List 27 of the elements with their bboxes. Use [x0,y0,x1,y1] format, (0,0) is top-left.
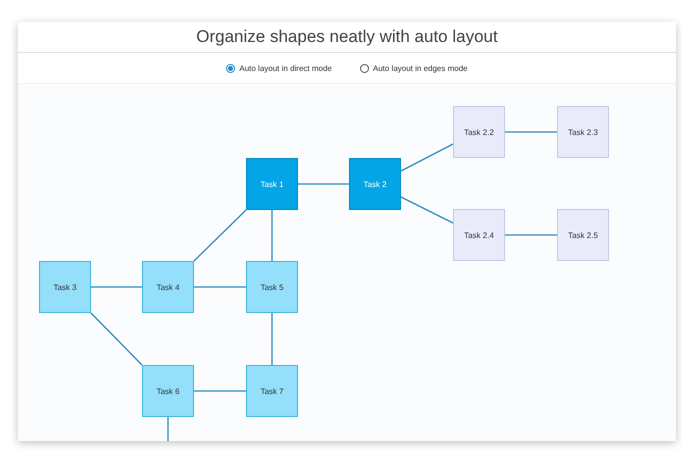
connector-line [91,286,142,288]
task-node: Task 1 [246,158,298,210]
task-node: Task 2.5 [557,209,609,261]
page-title: Organize shapes neatly with auto layout [196,27,498,47]
connector-line [298,183,349,185]
connector-line [505,131,557,133]
connector-line [505,234,557,236]
task-node: Task 2.3 [557,106,609,158]
radio-option[interactable]: Auto layout in edges mode [360,64,468,72]
task-node: Task 2.2 [453,106,505,158]
task-node: Task 4 [142,261,194,313]
task-node: Task 5 [246,261,298,313]
connector-line [271,210,273,261]
task-node: Task 7 [246,365,298,417]
connector-line [271,313,273,365]
task-node: Task 6 [142,365,194,417]
connector-line [167,417,169,441]
task-node: Task 2.4 [453,209,505,261]
connector-line [90,312,142,366]
task-node: Task 2 [349,158,401,210]
connector-line [194,390,246,392]
connector-line [400,196,454,224]
radio-option[interactable]: Auto layout in direct mode [226,64,332,72]
connector-line [194,286,246,288]
connector-line [194,210,246,262]
task-node: Task 3 [39,261,91,313]
connector-line [400,143,454,172]
